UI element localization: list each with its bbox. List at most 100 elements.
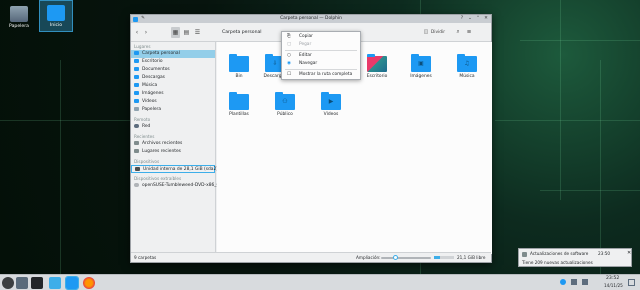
folder-item[interactable]: ▶ Vídeos	[311, 92, 351, 117]
zoom-slider-handle[interactable]	[393, 255, 398, 260]
menu-item-edit[interactable]: ○ Editar	[282, 52, 360, 60]
trash-icon	[134, 106, 139, 111]
public-folder-icon: ⚇	[275, 92, 295, 110]
notification-close-button[interactable]: ✕	[627, 250, 631, 256]
taskbar: 23:52 14/11/25	[0, 274, 640, 290]
desktop-icon-label: Inicio	[49, 23, 63, 28]
sidebar-item-videos[interactable]: Vídeos	[131, 98, 215, 106]
menu-item-navigate[interactable]: ◉ Navegar	[282, 60, 360, 68]
minimize-button[interactable]: ⌄	[467, 16, 473, 22]
status-count: 9 carpetas	[134, 255, 157, 260]
system-settings-icon[interactable]	[16, 277, 28, 289]
folder-item[interactable]: ⚇ Público	[265, 92, 305, 117]
section-header: Remoto	[134, 117, 151, 122]
videos-icon	[134, 98, 139, 103]
title-bar: ✎ Carpeta personal — Dolphin ? ⌄ ⌃ ✕	[131, 15, 491, 23]
menu-item-paste[interactable]: ▢ Pegar	[282, 41, 360, 49]
free-space-fill	[434, 256, 440, 259]
pictures-folder-icon: ▣	[411, 54, 431, 72]
desktop-icon-trash[interactable]: Papelera	[2, 2, 36, 29]
sidebar-item-desktop[interactable]: Escritorio	[131, 58, 215, 66]
pin-icon[interactable]: ✎	[140, 16, 146, 22]
recent-files-icon	[134, 140, 139, 145]
status-bar: 9 carpetas Ampliación: 21,1 GiB libre	[131, 252, 491, 262]
recent-places-icon	[134, 148, 139, 153]
sidebar-item-recent-files[interactable]: Archivos recientes	[131, 140, 215, 148]
menu-item-copy[interactable]: ⎘ Copiar	[282, 33, 360, 41]
app-launcher-icon[interactable]	[2, 277, 14, 289]
home-icon	[134, 50, 139, 55]
details-view-icon[interactable]: ☰	[193, 27, 202, 38]
templates-folder-icon	[229, 92, 249, 110]
window-title: Carpeta personal — Dolphin	[280, 16, 342, 21]
section-header: Recientes	[134, 134, 155, 139]
sidebar-item-downloads[interactable]: Descargas	[131, 74, 215, 82]
paste-icon: ▢	[287, 42, 292, 47]
network-tray-icon[interactable]	[571, 279, 577, 285]
notification-title: Actualizaciones de software	[530, 251, 589, 256]
breadcrumb[interactable]: Carpeta personal	[222, 27, 262, 38]
update-icon	[522, 252, 527, 257]
desktop-folder-icon	[367, 54, 387, 72]
sidebar-item-internal-drive[interactable]: Unidad interna de 28,1 GiB (sda2)	[131, 165, 218, 173]
notification-popup[interactable]: Actualizaciones de software 23:50 ✕ Tien…	[518, 248, 632, 267]
desktop-icon	[134, 58, 139, 63]
close-button[interactable]: ✕	[483, 16, 489, 22]
sidebar-item-recent-places[interactable]: Lugares recientes	[131, 148, 215, 156]
split-button[interactable]: Dividir	[429, 27, 447, 38]
downloads-icon	[134, 74, 139, 79]
sidebar-item-documents[interactable]: Documentos	[131, 66, 215, 74]
folder-icon	[229, 54, 249, 72]
sidebar-item-network[interactable]: Red	[131, 123, 215, 131]
sidebar-item-home[interactable]: Carpeta personal	[131, 50, 215, 58]
sidebar-item-trash[interactable]: Papelera	[131, 106, 215, 114]
section-header: Dispositivos extraíbles	[134, 176, 182, 181]
section-header: Dispositivos	[134, 159, 160, 164]
optical-disc-icon	[134, 182, 139, 187]
sidebar-item-dvd[interactable]: openSUSE-Tumbleweed-DVD-x86_64	[131, 182, 222, 190]
folder-item[interactable]: Bin	[219, 54, 259, 79]
free-space-text: 21,1 GiB libre	[457, 255, 486, 260]
pictures-icon	[134, 90, 139, 95]
folder-item[interactable]: ▣ Imágenes	[401, 54, 441, 79]
videos-folder-icon: ▶	[321, 92, 341, 110]
section-header: Lugares	[134, 44, 151, 49]
free-space-bar	[434, 256, 454, 259]
update-tray-icon[interactable]	[560, 279, 566, 285]
sidebar-item-music[interactable]: Música	[131, 82, 215, 90]
icons-view-icon[interactable]: ▦	[171, 27, 180, 38]
sidebar-item-pictures[interactable]: Imágenes	[131, 90, 215, 98]
desktop-icon-home[interactable]: Inicio	[39, 0, 73, 32]
zoom-slider[interactable]	[381, 257, 431, 259]
maximize-button[interactable]: ⌃	[475, 16, 481, 22]
copy-icon: ⎘	[287, 34, 291, 39]
zoom-label: Ampliación:	[356, 255, 381, 260]
firefox-icon[interactable]	[83, 277, 95, 289]
search-icon[interactable]: ⌕	[454, 27, 462, 38]
discover-icon[interactable]	[49, 277, 61, 289]
volume-tray-icon[interactable]	[582, 279, 588, 285]
terminal-icon[interactable]	[31, 277, 43, 289]
folder-item[interactable]: ♫ Música	[447, 54, 487, 79]
clock-time[interactable]: 23:52	[606, 276, 619, 281]
folder-item[interactable]: Plantillas	[219, 92, 259, 117]
show-desktop-icon[interactable]	[628, 279, 635, 286]
music-folder-icon: ♫	[457, 54, 477, 72]
home-folder-icon	[47, 5, 65, 21]
dolphin-task-icon[interactable]	[65, 276, 79, 290]
help-icon[interactable]: ?	[459, 16, 465, 22]
menu-item-show-full-path[interactable]: ☐ Mostrar la ruta completa	[282, 71, 360, 79]
app-icon[interactable]	[133, 16, 138, 22]
notification-time: 23:50	[598, 251, 611, 256]
menu-separator	[285, 50, 357, 51]
back-icon[interactable]: ‹	[133, 27, 141, 38]
documents-icon	[134, 66, 139, 71]
radio-empty-icon: ○	[287, 53, 291, 58]
forward-icon[interactable]: ›	[142, 27, 150, 38]
menu-icon[interactable]: ≡	[465, 27, 473, 38]
compact-view-icon[interactable]: ▤	[182, 27, 191, 38]
radio-selected-icon: ◉	[287, 61, 291, 66]
folder-item[interactable]: Escritorio	[357, 54, 397, 79]
notification-body: Tiene 209 nuevas actualizaciones	[522, 260, 593, 265]
clock-date[interactable]: 14/11/25	[604, 283, 623, 288]
